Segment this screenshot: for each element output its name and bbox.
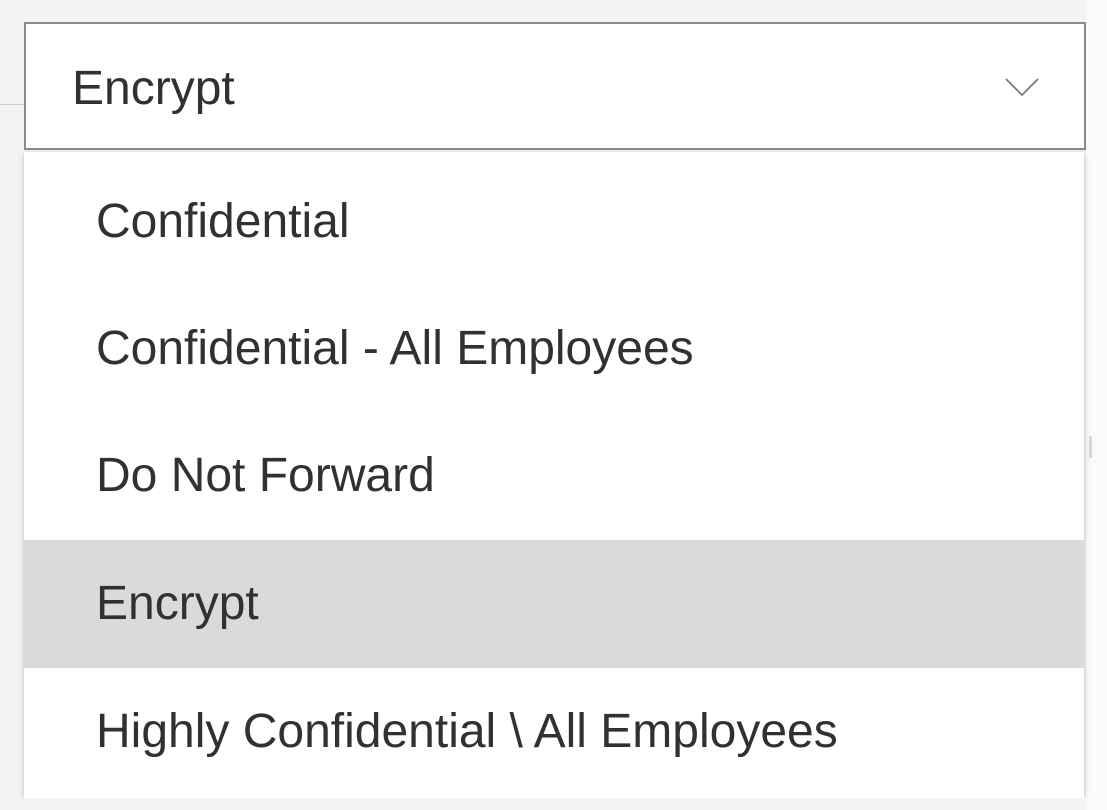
dropdown-listbox: Confidential Confidential - All Employee… bbox=[24, 152, 1084, 798]
page-background-right bbox=[1086, 0, 1107, 810]
page-divider bbox=[0, 104, 26, 105]
dropdown-option-do-not-forward[interactable]: Do Not Forward bbox=[24, 412, 1084, 540]
dropdown-selected-value: Encrypt bbox=[72, 62, 235, 115]
scrollbar-thumb[interactable] bbox=[1089, 436, 1092, 458]
dropdown-option-encrypt[interactable]: Encrypt bbox=[24, 540, 1084, 668]
dropdown-option-highly-confidential-all-employees[interactable]: Highly Confidential \ All Employees bbox=[24, 668, 1084, 796]
sensitivity-label-dropdown[interactable]: Encrypt bbox=[24, 22, 1086, 150]
dropdown-option-confidential[interactable]: Confidential bbox=[24, 158, 1084, 286]
dropdown-option-confidential-all-employees[interactable]: Confidential - All Employees bbox=[24, 285, 1084, 413]
listbox-bottom-edge bbox=[24, 798, 1086, 810]
chevron-down-icon[interactable] bbox=[1004, 76, 1040, 98]
